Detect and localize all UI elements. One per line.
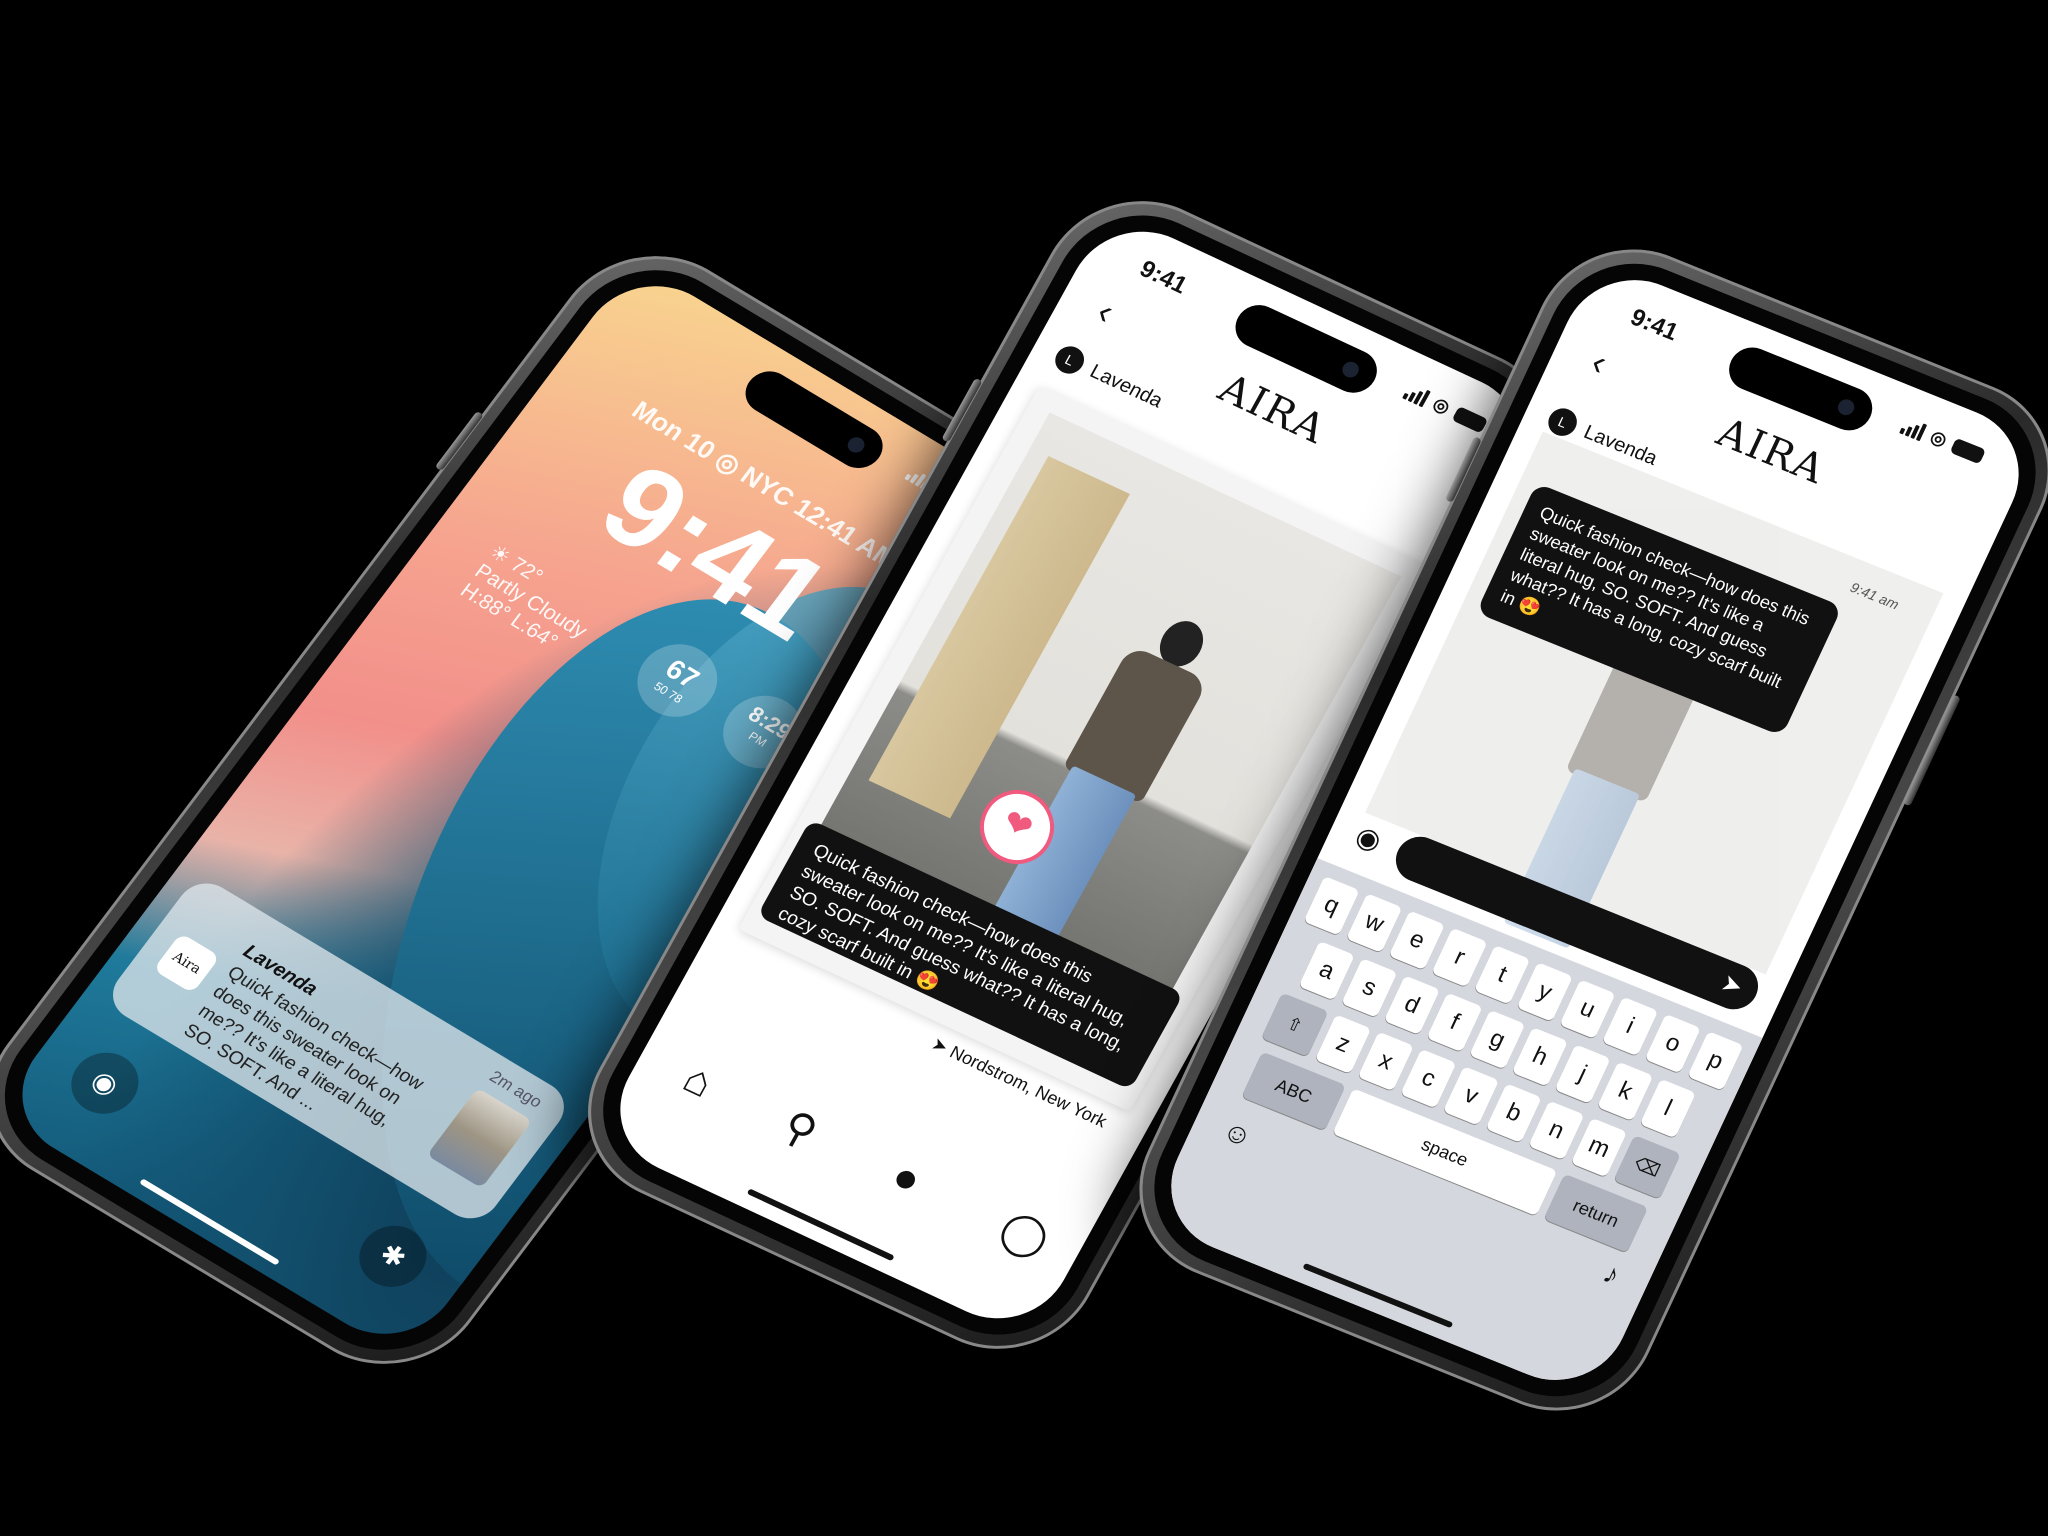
shift-key[interactable]: ⇧: [1261, 992, 1329, 1057]
battery-icon: [1949, 437, 1987, 464]
weather-widget[interactable]: ☀ 72° Partly Cloudy H:88° L:64°: [455, 541, 606, 663]
avatar: L: [1050, 341, 1090, 379]
chat-icon[interactable]: ●: [884, 1151, 930, 1204]
profile-icon[interactable]: ◯: [992, 1202, 1058, 1265]
search-icon[interactable]: ⚲: [774, 1101, 826, 1157]
camera-icon[interactable]: ◉: [1350, 819, 1387, 858]
status-time: 9:41: [1626, 303, 1683, 347]
signal-icon: [1899, 416, 1928, 441]
key-l[interactable]: l: [1639, 1078, 1697, 1139]
key-p[interactable]: p: [1687, 1031, 1744, 1091]
home-icon[interactable]: ⌂: [675, 1054, 722, 1107]
microphone-icon[interactable]: ♪: [1598, 1257, 1625, 1291]
signal-icon: [1402, 382, 1432, 408]
wifi-icon: ◎: [1429, 393, 1454, 418]
send-icon[interactable]: ➤: [1717, 968, 1748, 1002]
aira-app-icon: Aira: [153, 932, 221, 994]
status-icons: ◎: [1899, 415, 1987, 466]
wifi-icon: ◎: [1927, 426, 1951, 451]
notification-thumbnail: [426, 1087, 533, 1189]
emoji-icon[interactable]: ☺: [1217, 1114, 1258, 1154]
status-icons: ◎: [1402, 381, 1490, 436]
camera-icon[interactable]: ◉: [58, 1041, 152, 1126]
backspace-key[interactable]: ⌫: [1613, 1135, 1681, 1200]
battery-icon: [1451, 405, 1489, 434]
status-time: 9:41: [1135, 255, 1192, 300]
